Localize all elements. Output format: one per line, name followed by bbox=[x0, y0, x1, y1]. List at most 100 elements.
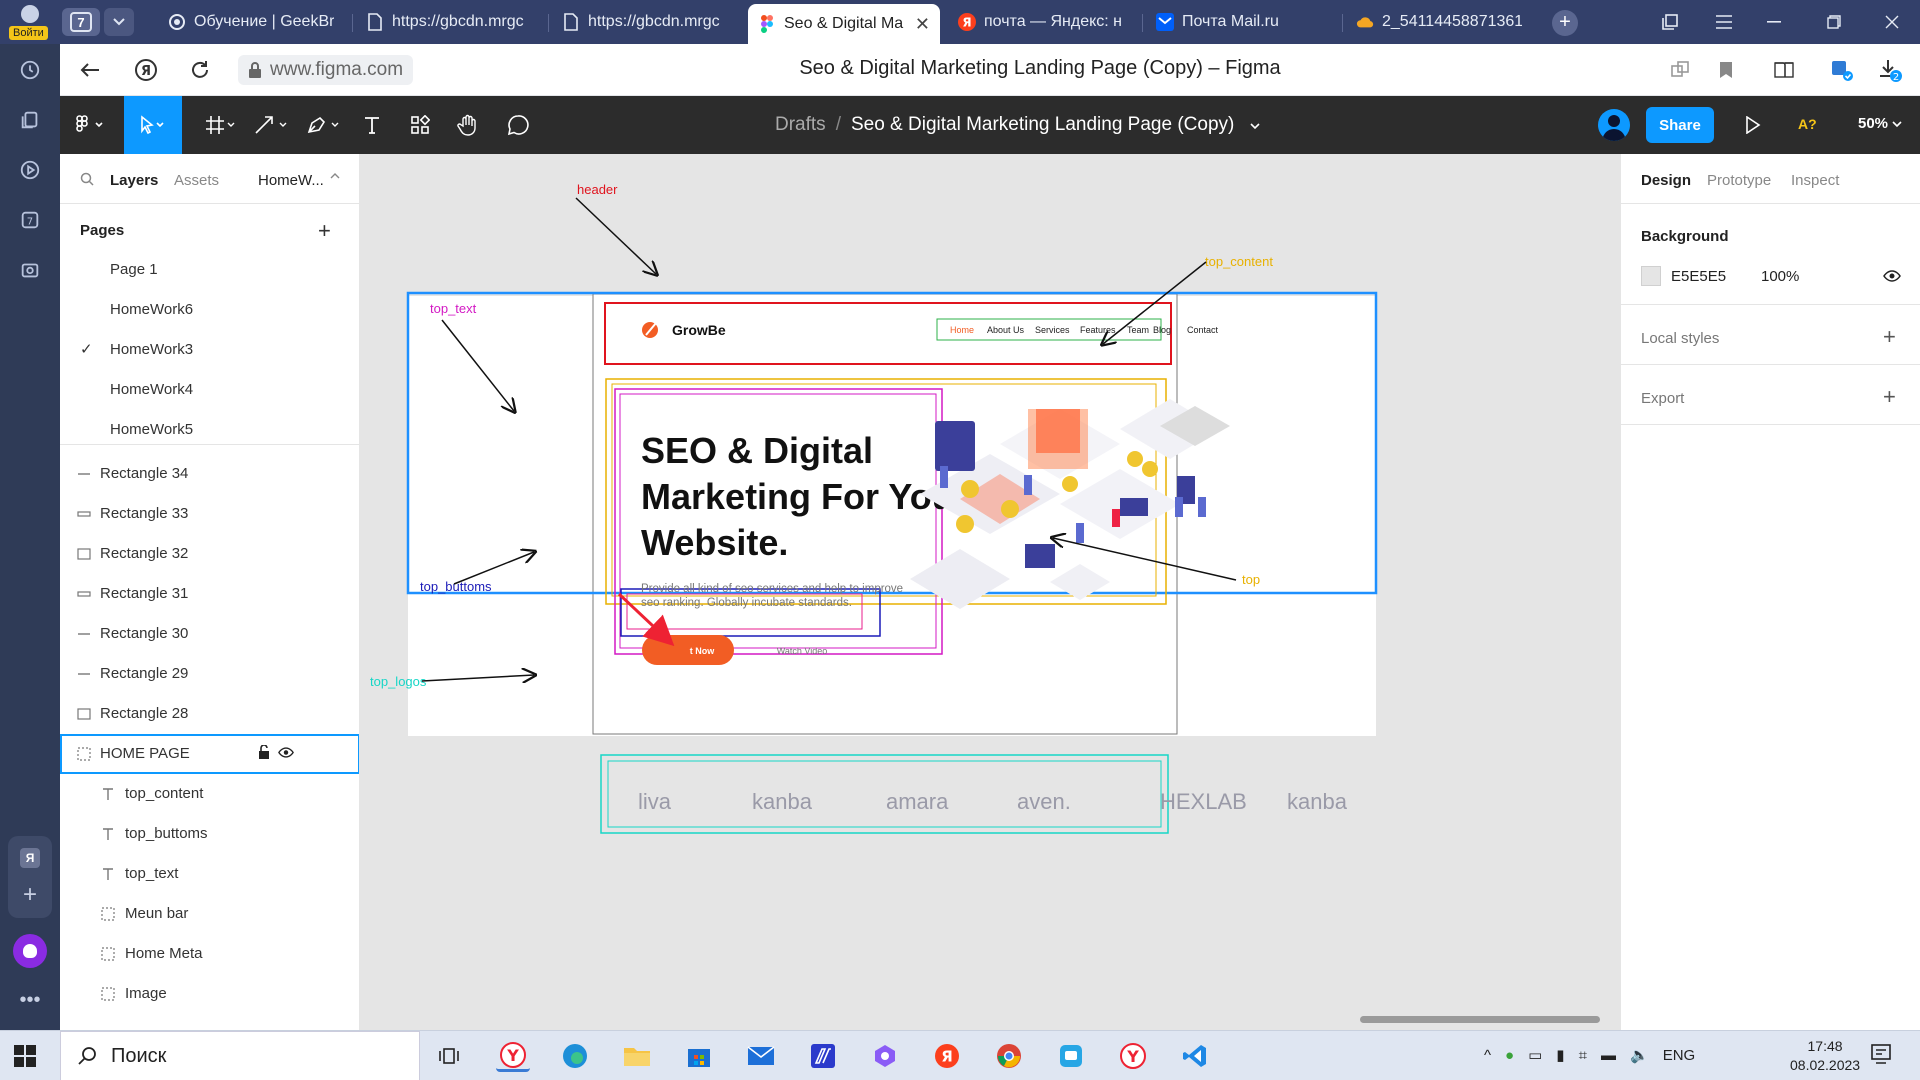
layer-row[interactable]: Rectangle 29 bbox=[60, 654, 359, 694]
back-icon[interactable] bbox=[76, 56, 104, 84]
horizontal-scrollbar[interactable] bbox=[1360, 1016, 1600, 1023]
yandex-taskbar-icon[interactable]: Я bbox=[930, 1040, 964, 1072]
chevron-down-icon[interactable] bbox=[1250, 123, 1260, 130]
update-icon[interactable]: ● bbox=[1505, 1047, 1514, 1064]
chevron-up-icon[interactable] bbox=[330, 172, 340, 179]
history-icon[interactable] bbox=[18, 58, 42, 82]
mail-icon[interactable] bbox=[744, 1040, 778, 1072]
tab-assets[interactable]: Assets bbox=[174, 172, 219, 189]
layer-row[interactable]: Rectangle 28 bbox=[60, 694, 359, 734]
layer-row[interactable]: Rectangle 34 bbox=[60, 454, 359, 494]
background-opacity[interactable]: 100% bbox=[1761, 268, 1799, 285]
comment-tool[interactable] bbox=[498, 96, 538, 154]
alice-icon[interactable] bbox=[13, 934, 47, 968]
layer-row[interactable]: top_content bbox=[60, 774, 359, 814]
menu-icon[interactable] bbox=[1700, 0, 1748, 44]
edge-icon[interactable] bbox=[558, 1040, 592, 1072]
layer-row[interactable]: Rectangle 32 bbox=[60, 534, 359, 574]
layer-row[interactable]: top_buttoms bbox=[60, 814, 359, 854]
extension-icon[interactable] bbox=[1666, 56, 1694, 84]
background-swatch[interactable] bbox=[1641, 266, 1661, 286]
file-explorer-icon[interactable] bbox=[620, 1040, 654, 1072]
tab-cloud-file[interactable]: 2_54114458871361 bbox=[1346, 4, 1532, 40]
vpn-app-icon[interactable] bbox=[806, 1040, 840, 1072]
tab-figma-active[interactable]: Seo & Digital Ma ✕ bbox=[748, 4, 940, 44]
move-tool[interactable] bbox=[124, 96, 182, 154]
page-item[interactable]: Page 1 bbox=[60, 250, 359, 290]
share-button[interactable]: Share bbox=[1646, 107, 1714, 143]
reload-icon[interactable] bbox=[186, 56, 214, 84]
screenshot-icon[interactable] bbox=[18, 258, 42, 282]
restore-icon[interactable] bbox=[1810, 0, 1858, 44]
layer-row[interactable]: HOME PAGE bbox=[60, 734, 359, 774]
yandex-browser-2-icon[interactable]: Y bbox=[1116, 1040, 1150, 1072]
page-item[interactable]: HomeWork6 bbox=[60, 290, 359, 330]
hand-tool[interactable] bbox=[448, 96, 488, 154]
page-item[interactable]: ✓ HomeWork3 bbox=[60, 330, 359, 370]
canvas[interactable]: GrowBe Home About Us Services Features Team B… bbox=[360, 154, 1620, 1030]
minimize-icon[interactable] bbox=[1750, 0, 1798, 44]
counter-7-icon[interactable]: 7 bbox=[18, 208, 42, 232]
video-icon[interactable] bbox=[18, 158, 42, 182]
add-style-icon[interactable]: + bbox=[1883, 324, 1896, 350]
visibility-eye-icon[interactable] bbox=[1883, 270, 1901, 282]
layer-row[interactable]: Rectangle 30 bbox=[60, 614, 359, 654]
yandex-browser-taskbar-icon[interactable]: Y bbox=[496, 1040, 530, 1072]
network-icon[interactable]: ⌗ bbox=[1579, 1047, 1587, 1064]
collections-toolbar-icon[interactable] bbox=[1646, 0, 1694, 44]
frame-tool[interactable] bbox=[200, 96, 244, 154]
reader-icon[interactable] bbox=[1770, 56, 1798, 84]
layer-row[interactable]: Rectangle 33 bbox=[60, 494, 359, 534]
volume-icon[interactable]: 🔈 bbox=[1630, 1046, 1649, 1064]
tab-inspect[interactable]: Inspect bbox=[1791, 172, 1839, 189]
ai-help-label[interactable]: A? bbox=[1798, 116, 1817, 132]
page-item[interactable]: HomeWork4 bbox=[60, 370, 359, 410]
avatar[interactable] bbox=[1598, 109, 1630, 141]
search-icon[interactable] bbox=[80, 172, 94, 186]
add-export-icon[interactable]: + bbox=[1883, 384, 1896, 410]
components-tool[interactable] bbox=[400, 96, 440, 154]
taskbar-search[interactable]: Поиск bbox=[60, 1031, 420, 1080]
store-icon[interactable] bbox=[682, 1040, 716, 1072]
yandex-logo-icon[interactable]: Я bbox=[132, 56, 160, 84]
battery-icon[interactable]: ▭ bbox=[1528, 1046, 1542, 1064]
pen-tool[interactable] bbox=[300, 96, 348, 154]
new-tab-icon[interactable]: + bbox=[1552, 10, 1578, 36]
layer-row[interactable]: Meun bar bbox=[60, 894, 359, 934]
url-field[interactable]: www.figma.com bbox=[238, 55, 414, 85]
collections-icon[interactable] bbox=[18, 108, 42, 132]
text-tool[interactable] bbox=[354, 96, 390, 154]
more-icon[interactable]: ••• bbox=[18, 988, 42, 1012]
bookmark-icon[interactable] bbox=[1712, 56, 1740, 84]
zoom-control[interactable]: 50% bbox=[1858, 115, 1902, 132]
windows-start-icon[interactable] bbox=[14, 1045, 36, 1067]
chat-app-icon[interactable] bbox=[1054, 1040, 1088, 1072]
tab-counter-button[interactable]: 7 bbox=[62, 8, 100, 36]
notifications-icon[interactable] bbox=[1870, 1043, 1892, 1065]
tab-yandex-mail[interactable]: Я почта — Яндекс: н bbox=[948, 4, 1134, 40]
translate-icon[interactable] bbox=[1828, 56, 1856, 84]
vscode-icon[interactable] bbox=[1178, 1040, 1212, 1072]
clock[interactable]: 17:48 08.02.2023 bbox=[1790, 1037, 1860, 1075]
layer-row[interactable]: Home Meta bbox=[60, 934, 359, 974]
tab-prototype[interactable]: Prototype bbox=[1707, 172, 1771, 189]
tab-gbcdn-1[interactable]: https://gbcdn.mrgc bbox=[356, 4, 536, 40]
visibility-eye-icon[interactable] bbox=[278, 747, 294, 758]
tab-geekbrains[interactable]: Обучение | GeekBr bbox=[158, 4, 344, 40]
add-page-icon[interactable]: + bbox=[318, 218, 331, 244]
layer-row[interactable]: top_text bbox=[60, 854, 359, 894]
chevron-down-icon[interactable] bbox=[104, 8, 134, 36]
layer-row[interactable]: Image bbox=[60, 974, 359, 1014]
yandex-rail-icon[interactable]: Я bbox=[20, 848, 40, 868]
figma-menu-button[interactable] bbox=[60, 96, 120, 154]
account-button[interactable]: Войти bbox=[0, 0, 60, 44]
close-window-icon[interactable] bbox=[1868, 0, 1916, 44]
task-view-icon[interactable] bbox=[432, 1040, 466, 1072]
unlock-icon[interactable] bbox=[258, 745, 270, 759]
tab-design[interactable]: Design bbox=[1641, 172, 1691, 189]
power-icon[interactable]: ▬ bbox=[1601, 1047, 1616, 1064]
microphone-icon[interactable]: ▮ bbox=[1556, 1046, 1564, 1064]
present-icon[interactable] bbox=[1736, 96, 1770, 154]
copilot-icon[interactable] bbox=[868, 1040, 902, 1072]
file-name[interactable]: Seo & Digital Marketing Landing Page (Co… bbox=[851, 114, 1234, 135]
